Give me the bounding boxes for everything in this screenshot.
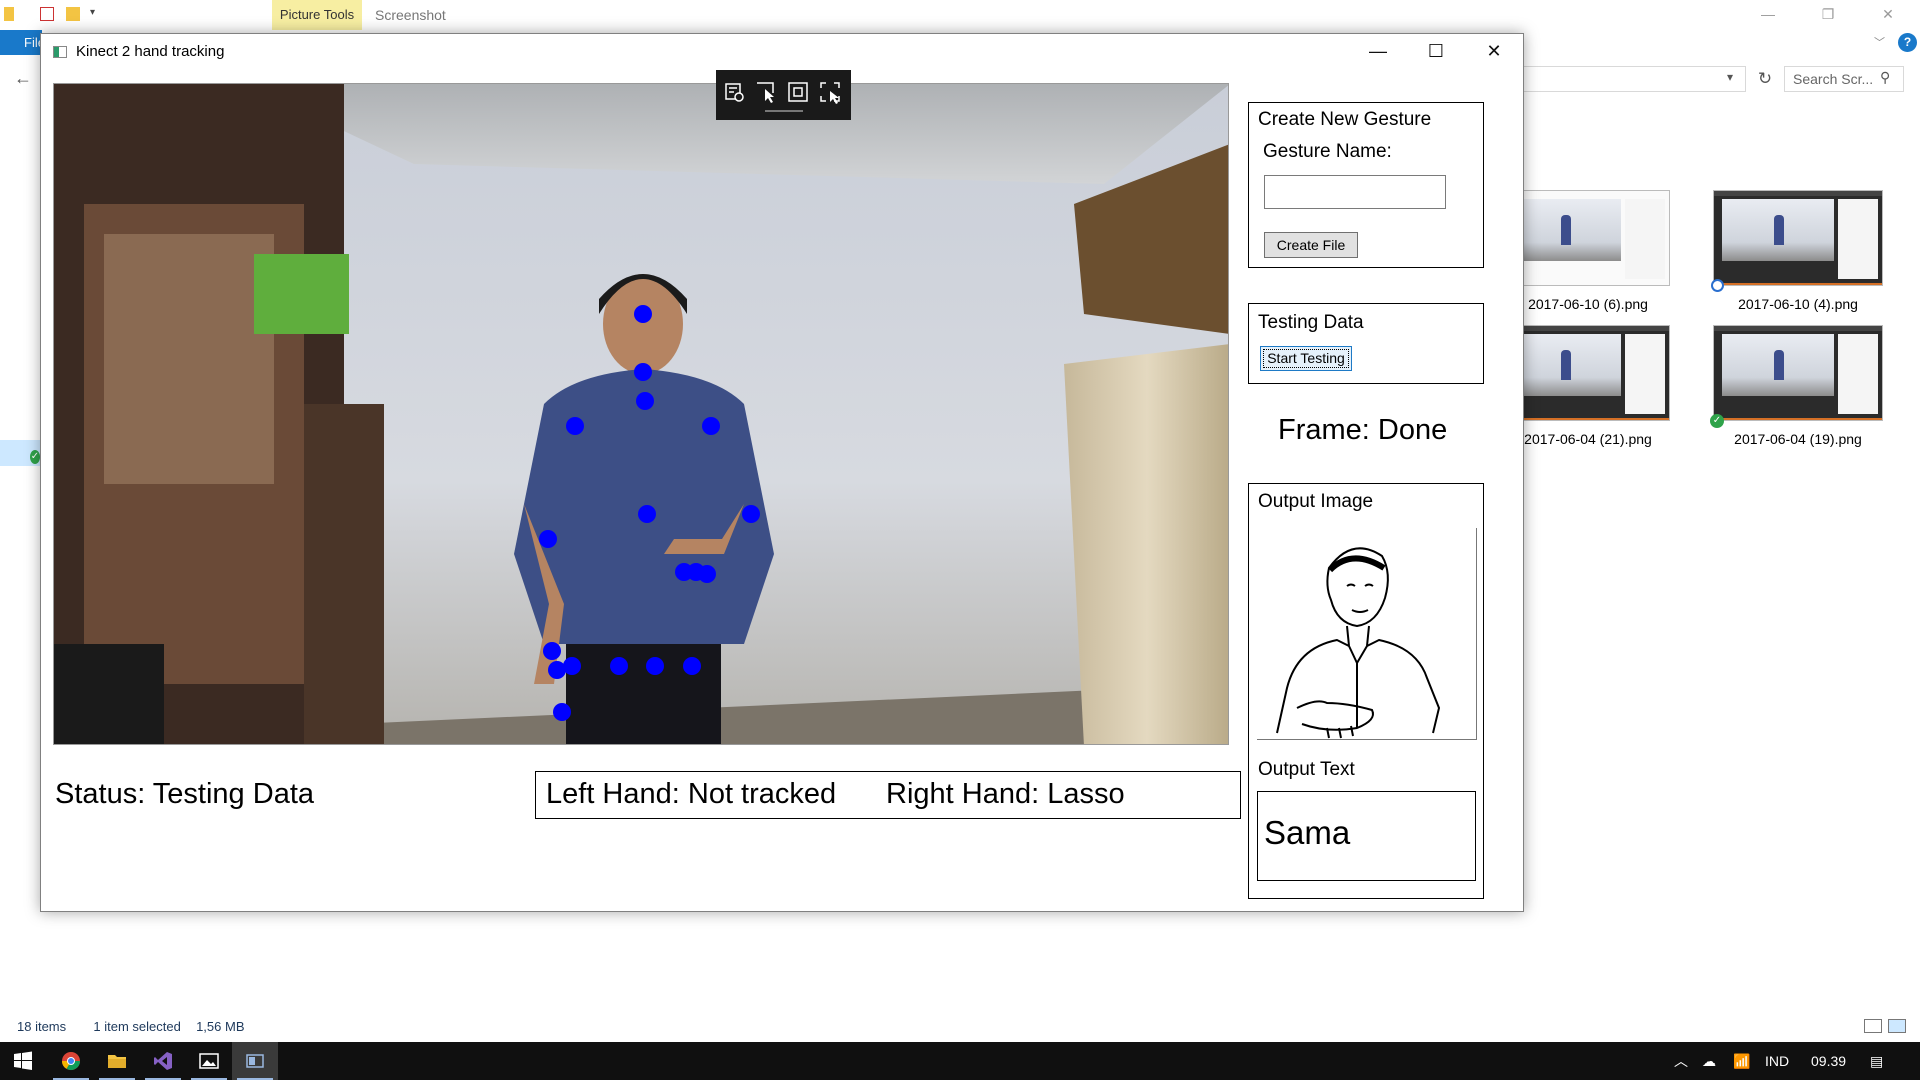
windows-start-icon[interactable] [0, 1042, 46, 1080]
show-hidden-icons[interactable]: ︿ [1674, 1042, 1688, 1080]
back-arrow-icon[interactable]: ← [14, 68, 32, 89]
fullscreen-snip-icon[interactable] [817, 79, 843, 105]
check-icon: ✓ [1710, 414, 1724, 428]
refresh-icon[interactable]: ↻ [1752, 66, 1778, 92]
create-gesture-title: Create New Gesture [1258, 109, 1432, 130]
kinect-app-icon[interactable] [232, 1042, 278, 1080]
language-indicator[interactable]: IND [1765, 1042, 1789, 1080]
notifications-icon[interactable]: ▤ [1870, 1042, 1883, 1080]
chevron-down-icon[interactable]: ▾ [90, 7, 104, 21]
file-name[interactable]: 2017-06-10 (4).png [1698, 296, 1898, 312]
status-label: Status: Testing Data [55, 778, 315, 810]
create-file-button[interactable]: Create File [1264, 232, 1358, 258]
check-icon: ✓ [30, 450, 40, 464]
view-toggle[interactable] [1864, 1019, 1906, 1033]
skeleton-joint [634, 305, 652, 323]
file-thumbnail[interactable] [1500, 190, 1670, 286]
ribbon-title-bar: ▾ Picture Tools Screenshot — ❐ ✕ [0, 0, 1920, 30]
skeleton-joint [553, 703, 571, 721]
file-thumbnail[interactable] [1713, 325, 1883, 421]
output-image [1257, 528, 1477, 740]
address-bar[interactable] [1520, 66, 1746, 92]
snip-toolbar [716, 70, 851, 120]
camera-feed [53, 83, 1229, 745]
skeleton-joint [543, 642, 561, 660]
skeleton-joint [548, 661, 566, 679]
output-text-value: Sama [1264, 814, 1351, 851]
skeleton-joints [539, 305, 760, 721]
snip-settings-icon[interactable] [721, 79, 747, 105]
output-text-box: Sama [1257, 791, 1476, 881]
gesture-name-label: Gesture Name: [1263, 141, 1392, 162]
gesture-name-input[interactable] [1264, 175, 1446, 209]
details-view-icon[interactable] [1864, 1019, 1882, 1033]
output-image-label: Output Image [1258, 491, 1374, 512]
picture-tools-tab[interactable]: Picture Tools [272, 0, 362, 30]
onedrive-icon[interactable]: ☁ [1702, 1042, 1716, 1080]
app-title-bar: Kinect 2 hand tracking — ☐ ✕ [41, 34, 1523, 70]
taskbar: ︿ ☁ 📶 IND 09.39 ▤ [0, 1042, 1920, 1080]
close-button[interactable]: ✕ [1860, 0, 1916, 30]
testing-data-title: Testing Data [1258, 312, 1364, 333]
sync-icon [1711, 279, 1724, 292]
skeleton-joint [610, 657, 628, 675]
minimize-button[interactable]: — [1349, 34, 1407, 70]
skeleton-joint [683, 657, 701, 675]
window-title: Screenshot [375, 7, 446, 23]
chevron-down-icon[interactable]: ﹀ [1874, 34, 1885, 50]
skeleton-joint [566, 417, 584, 435]
wifi-icon[interactable]: 📶 [1733, 1042, 1750, 1080]
drag-handle[interactable] [765, 110, 803, 112]
window-snip-icon[interactable] [785, 79, 811, 105]
visual-studio-icon[interactable] [140, 1042, 186, 1080]
right-hand-state: Right Hand: Lasso [886, 778, 1125, 810]
large-icons-view-icon[interactable] [1888, 1019, 1906, 1033]
explorer-status-bar: 18 items 1 item selected 1,56 MB [17, 1019, 245, 1034]
skeleton-joint [698, 565, 716, 583]
app-icon [53, 46, 67, 58]
folder-icon[interactable] [4, 7, 14, 21]
skeleton-joint [634, 363, 652, 381]
new-folder-icon[interactable] [66, 7, 80, 21]
kinect-app-window: Kinect 2 hand tracking — ☐ ✕ Status: Tes… [40, 33, 1524, 912]
frame-status: Frame: Done [1278, 414, 1448, 446]
help-icon[interactable]: ? [1898, 33, 1917, 52]
file-thumbnail[interactable] [1713, 190, 1883, 286]
skeleton-joint [742, 505, 760, 523]
minimize-button[interactable]: — [1740, 0, 1796, 30]
selection-size: 1,56 MB [196, 1019, 245, 1034]
hand-state-box: Left Hand: Not tracked Right Hand: Lasso [535, 771, 1241, 819]
output-text-label: Output Text [1258, 759, 1355, 780]
sign-illustration [1276, 547, 1441, 739]
search-icon[interactable]: ⚲ [1880, 69, 1898, 87]
item-count: 18 items [17, 1019, 67, 1034]
clock[interactable]: 09.39 [1811, 1042, 1846, 1080]
properties-icon[interactable] [40, 7, 54, 21]
testing-data-panel: Testing Data Start Testing [1248, 303, 1484, 384]
start-testing-button[interactable]: Start Testing [1260, 346, 1352, 371]
left-hand-state: Left Hand: Not tracked [546, 778, 837, 810]
skeleton-joint [702, 417, 720, 435]
free-form-snip-icon[interactable] [753, 79, 779, 105]
chrome-icon[interactable] [48, 1042, 94, 1080]
skeleton-joint [636, 392, 654, 410]
output-panel: Output Image Output Text Sama [1248, 483, 1484, 899]
create-gesture-panel: Create New Gesture Gesture Name: Create … [1248, 102, 1484, 268]
skeleton-joint [539, 530, 557, 548]
file-explorer-icon[interactable] [94, 1042, 140, 1080]
file-tab[interactable]: File [0, 30, 42, 55]
file-thumbnail[interactable] [1500, 325, 1670, 421]
photos-icon[interactable] [186, 1042, 232, 1080]
skeleton-joint [646, 657, 664, 675]
app-title: Kinect 2 hand tracking [76, 43, 225, 60]
skeleton-joint [638, 505, 656, 523]
restore-button[interactable]: ❐ [1800, 0, 1856, 30]
file-name[interactable]: 2017-06-04 (19).png [1698, 431, 1898, 447]
selection-count: 1 item selected [93, 1019, 181, 1034]
maximize-button[interactable]: ☐ [1407, 34, 1465, 70]
chevron-down-icon[interactable]: ▾ [1727, 70, 1733, 84]
close-button[interactable]: ✕ [1465, 34, 1523, 70]
